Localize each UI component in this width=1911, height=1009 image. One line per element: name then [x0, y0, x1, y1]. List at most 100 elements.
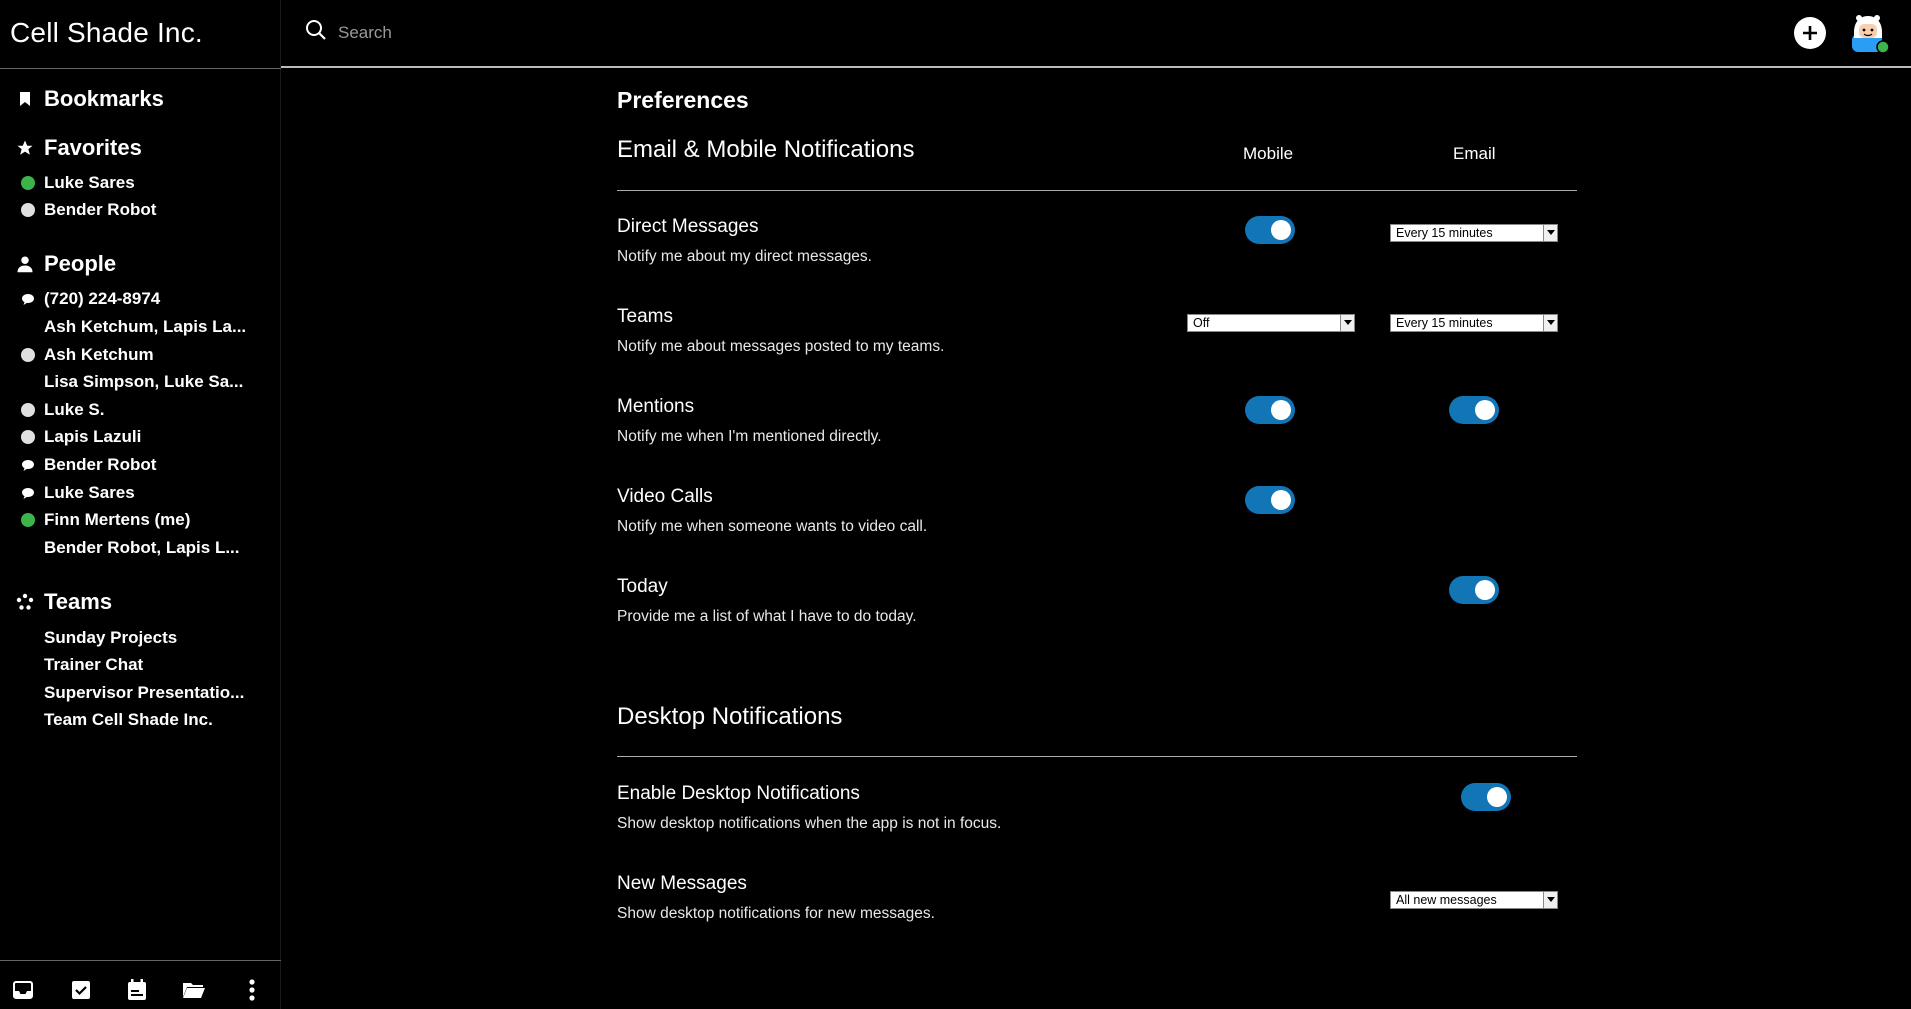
tasks-check-icon[interactable] — [69, 978, 93, 1002]
setting-desc-today: Provide me a list of what I have to do t… — [617, 608, 917, 625]
setting-desc-video-calls: Notify me when someone wants to video ca… — [617, 518, 928, 535]
chat-bubble-icon — [20, 485, 36, 501]
brand-name[interactable]: Cell Shade Inc. — [10, 17, 203, 49]
direct-messages-email-select[interactable]: Every 15 minutes — [1390, 224, 1558, 242]
email-mobile-section-title: Email & Mobile Notifications — [617, 136, 915, 163]
select-value: Off — [1193, 316, 1210, 330]
sidebar-item-finn-mertens[interactable]: Finn Mertens (me) — [20, 508, 190, 532]
column-header-email: Email — [1453, 144, 1496, 163]
dropdown-arrow-icon — [1543, 315, 1557, 331]
sidebar-item-bender-robot[interactable]: Bender Robot — [20, 198, 156, 222]
sidebar-item-team[interactable]: Supervisor Presentatio... — [20, 681, 244, 705]
bottom-divider — [0, 960, 281, 961]
setting-title-today: Today — [617, 576, 668, 597]
sidebar-item-luke-sares[interactable]: Luke Sares — [20, 171, 135, 195]
setting-title-teams: Teams — [617, 306, 673, 327]
empty-mark — [20, 540, 36, 556]
mentions-email-toggle[interactable] — [1449, 396, 1499, 424]
sidebar-favorites-header[interactable]: Favorites — [16, 135, 142, 161]
setting-title-video-calls: Video Calls — [617, 486, 713, 507]
status-online-dot — [20, 512, 36, 528]
folder-icon[interactable] — [182, 978, 206, 1002]
section-divider — [617, 190, 1577, 191]
sidebar-item-label: Lapis Lazuli — [44, 427, 142, 446]
sidebar-item-label: Ash Ketchum, Lapis La... — [44, 317, 247, 336]
new-messages-select[interactable]: All new messages — [1390, 891, 1558, 909]
today-email-toggle[interactable] — [1449, 576, 1499, 604]
desktop-section-title: Desktop Notifications — [617, 703, 843, 730]
calendar-icon[interactable] — [125, 978, 149, 1002]
empty-mark — [20, 319, 36, 335]
sidebar-section-label: Bookmarks — [44, 86, 164, 111]
sidebar-bookmarks[interactable]: Bookmarks — [16, 86, 164, 112]
sidebar-item-label: Finn Mertens (me) — [44, 510, 191, 529]
sidebar-item-phone-number[interactable]: (720) 224-8974 — [20, 287, 160, 311]
setting-title-enable-desktop: Enable Desktop Notifications — [617, 783, 860, 804]
setting-desc-teams: Notify me about messages posted to my te… — [617, 338, 945, 355]
select-value: All new messages — [1396, 893, 1497, 907]
search-icon[interactable] — [305, 19, 327, 41]
status-online-dot — [20, 175, 36, 191]
select-value: Every 15 minutes — [1396, 316, 1493, 330]
teams-icon — [16, 593, 34, 611]
sidebar-item-label: Luke S. — [44, 400, 105, 419]
brand-divider — [0, 68, 281, 69]
setting-title-new-messages: New Messages — [617, 873, 747, 894]
add-button[interactable] — [1794, 17, 1826, 49]
sidebar-item-label: Supervisor Presentatio... — [44, 683, 245, 702]
sidebar-item-group-chat[interactable]: Bender Robot, Lapis L... — [20, 536, 240, 560]
sidebar-item-team[interactable]: Trainer Chat — [20, 653, 143, 677]
dropdown-arrow-icon — [1543, 225, 1557, 241]
status-offline-dot — [20, 347, 36, 363]
sidebar-item-label: Trainer Chat — [44, 655, 144, 674]
sidebar-item-bender-robot-chat[interactable]: Bender Robot — [20, 453, 156, 477]
sidebar-item-luke-sares-chat[interactable]: Luke Sares — [20, 481, 135, 505]
user-avatar[interactable] — [1848, 12, 1890, 54]
section-divider — [617, 756, 1577, 757]
sidebar-section-label: Teams — [44, 589, 113, 614]
sidebar-teams-header[interactable]: Teams — [16, 589, 112, 615]
sidebar-item-label: Ash Ketchum — [44, 345, 154, 364]
sidebar-item-team[interactable]: Sunday Projects — [20, 626, 177, 650]
empty-mark — [20, 630, 36, 646]
teams-mobile-select[interactable]: Off — [1187, 314, 1355, 332]
empty-mark — [20, 712, 36, 728]
video-calls-mobile-toggle[interactable] — [1245, 486, 1295, 514]
sidebar-item-label: Sunday Projects — [44, 628, 178, 647]
setting-desc-direct-messages: Notify me about my direct messages. — [617, 248, 872, 265]
setting-desc-mentions: Notify me when I'm mentioned directly. — [617, 428, 882, 445]
sidebar-item-group-chat[interactable]: Lisa Simpson, Luke Sa... — [20, 370, 243, 394]
empty-mark — [20, 374, 36, 390]
sidebar-section-label: People — [44, 251, 117, 276]
status-offline-dot — [20, 202, 36, 218]
status-offline-dot — [20, 402, 36, 418]
sidebar-people-header[interactable]: People — [16, 251, 116, 277]
setting-title-direct-messages: Direct Messages — [617, 216, 759, 237]
enable-desktop-notifications-toggle[interactable] — [1461, 783, 1511, 811]
search-input[interactable] — [336, 18, 740, 48]
person-icon — [16, 255, 34, 273]
direct-messages-mobile-toggle[interactable] — [1245, 216, 1295, 244]
mentions-mobile-toggle[interactable] — [1245, 396, 1295, 424]
sidebar-item-label: Lisa Simpson, Luke Sa... — [44, 372, 244, 391]
chat-bubble-icon — [20, 457, 36, 473]
page-title: Preferences — [617, 87, 749, 113]
sidebar-item-label: Team Cell Shade Inc. — [44, 710, 213, 729]
top-divider — [281, 66, 1911, 68]
dropdown-arrow-icon — [1543, 892, 1557, 908]
sidebar-item-label: Luke Sares — [44, 483, 135, 502]
sidebar-item-lapis-lazuli[interactable]: Lapis Lazuli — [20, 425, 141, 449]
status-offline-dot — [20, 429, 36, 445]
setting-desc-new-messages: Show desktop notifications for new messa… — [617, 905, 935, 922]
star-icon — [16, 139, 34, 157]
inbox-icon[interactable] — [11, 978, 35, 1002]
dropdown-arrow-icon — [1340, 315, 1354, 331]
bookmark-icon — [16, 90, 34, 108]
setting-title-mentions: Mentions — [617, 396, 695, 417]
more-vertical-icon[interactable] — [240, 978, 264, 1002]
sidebar-item-ash-ketchum[interactable]: Ash Ketchum — [20, 343, 154, 367]
sidebar-item-luke-s[interactable]: Luke S. — [20, 398, 104, 422]
sidebar-item-group-chat[interactable]: Ash Ketchum, Lapis La... — [20, 315, 246, 339]
sidebar-item-team[interactable]: Team Cell Shade Inc. — [20, 708, 213, 732]
teams-email-select[interactable]: Every 15 minutes — [1390, 314, 1558, 332]
